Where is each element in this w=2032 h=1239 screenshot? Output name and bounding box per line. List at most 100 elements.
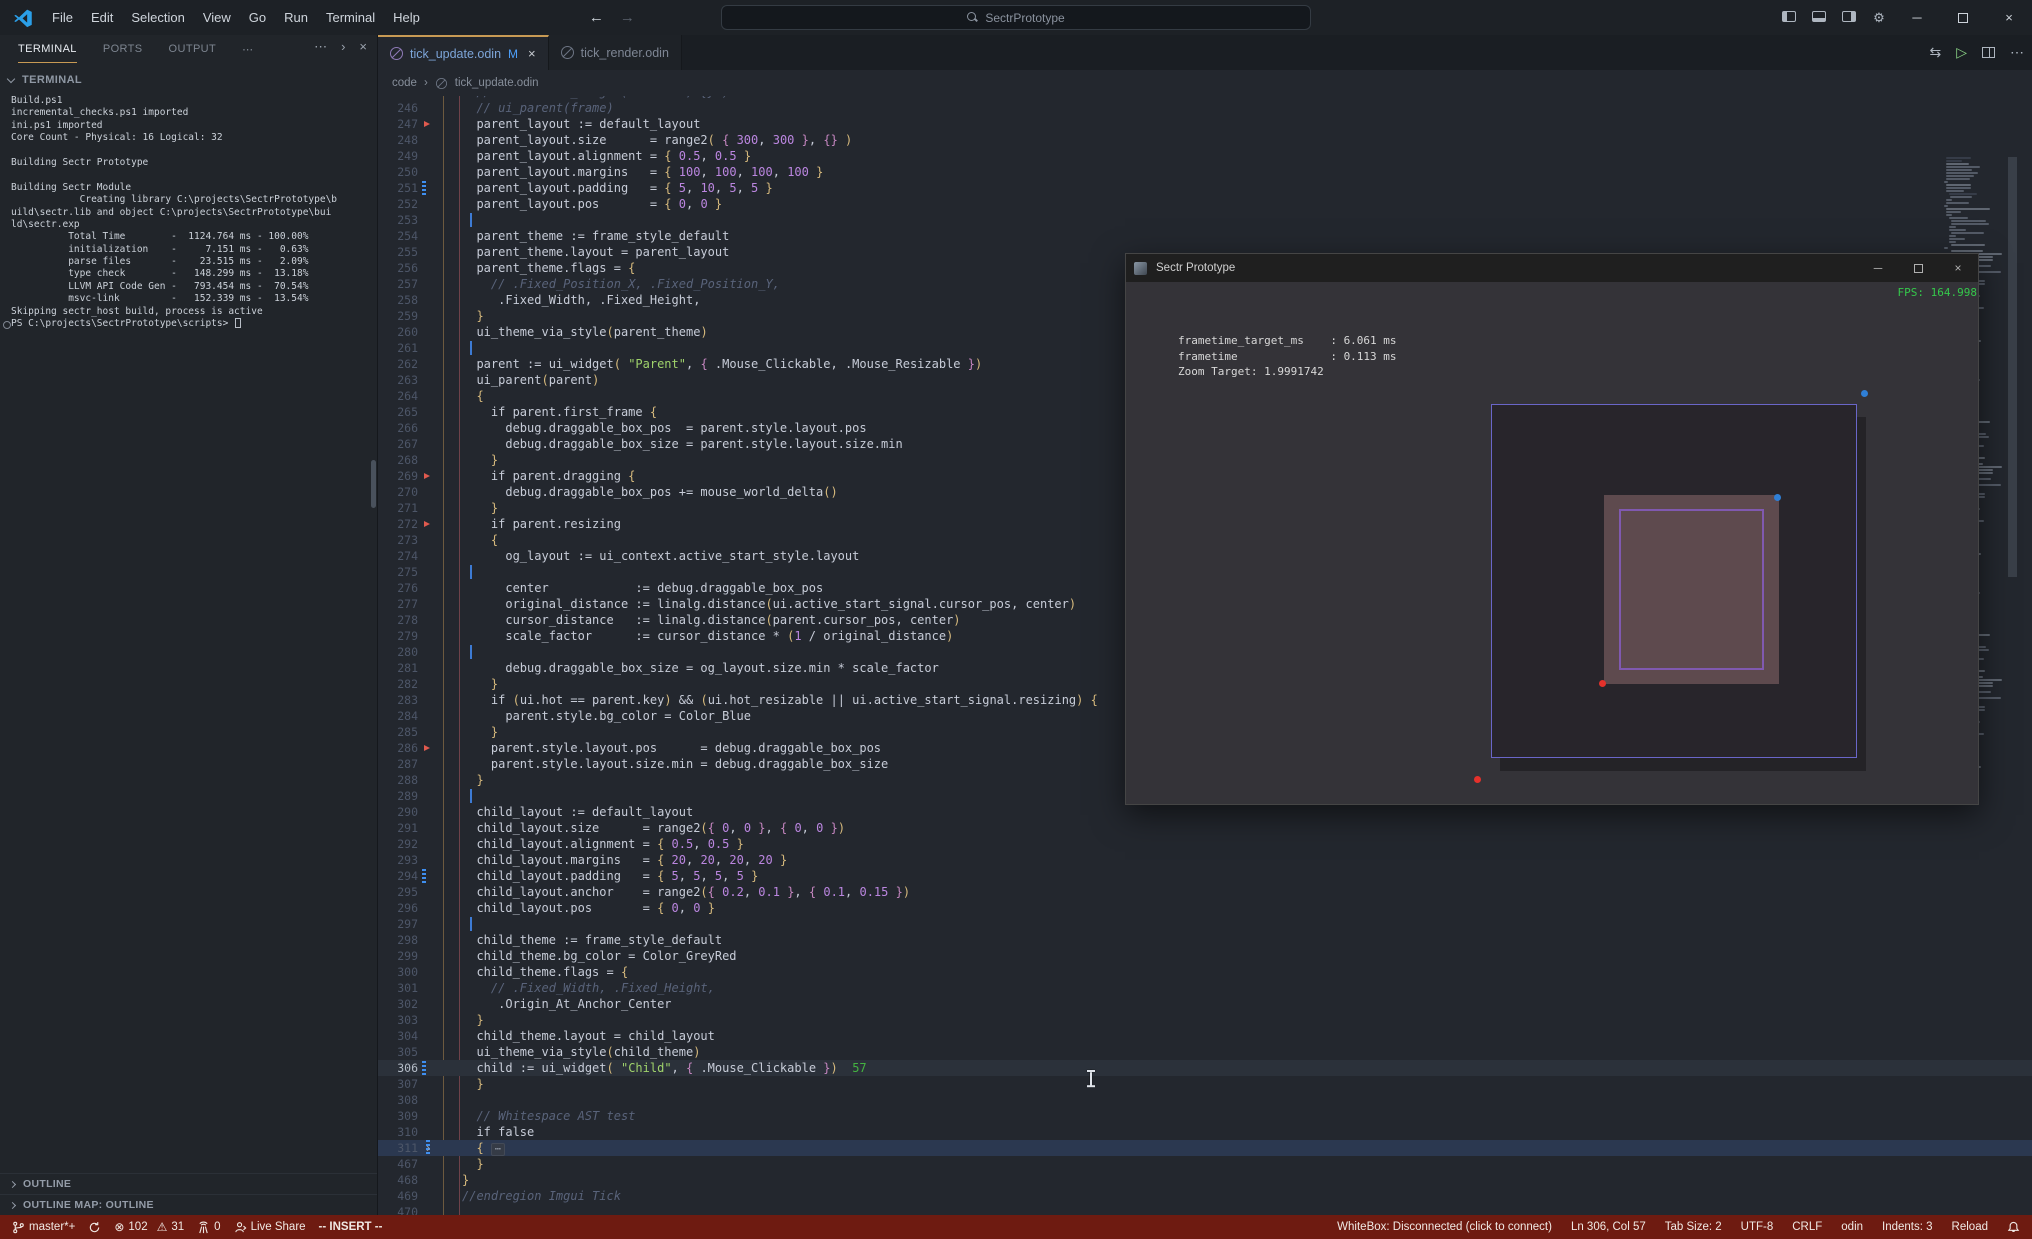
vim-mode-indicator[interactable]: -- INSERT -- xyxy=(319,1221,383,1233)
code-line-253[interactable]: 253 xyxy=(378,212,2032,228)
gutter-marker[interactable] xyxy=(418,1172,462,1188)
code-line-294[interactable]: 294 child_layout.padding = { 5, 5, 5, 5 … xyxy=(378,868,2032,884)
code-line-468[interactable]: 468} xyxy=(378,1172,2032,1188)
code-line-301[interactable]: 301 // .Fixed_Width, .Fixed_Height, xyxy=(378,980,2032,996)
gutter-marker[interactable] xyxy=(418,436,462,452)
code-line-309[interactable]: 309 // Whitespace AST test xyxy=(378,1108,2032,1124)
gutter-marker[interactable] xyxy=(418,612,462,628)
gutter-marker[interactable] xyxy=(418,484,462,500)
gutter-marker[interactable] xyxy=(418,564,462,580)
code-line-290[interactable]: 290 child_layout := default_layout xyxy=(378,804,2032,820)
status-cursor-position[interactable]: Ln 306, Col 57 xyxy=(1571,1221,1646,1233)
corner-handle-dot[interactable] xyxy=(1599,680,1606,687)
gutter-marker[interactable] xyxy=(418,980,462,996)
gutter-marker[interactable] xyxy=(418,212,462,228)
command-search-box[interactable]: SectrPrototype xyxy=(721,5,1311,30)
toggle-panel-icon[interactable] xyxy=(1804,10,1834,25)
panel-chevron-icon[interactable]: › xyxy=(341,39,345,55)
gutter-marker[interactable] xyxy=(418,1028,462,1044)
panel-tab-output[interactable]: OUTPUT xyxy=(169,37,217,62)
gutter-marker[interactable] xyxy=(418,804,462,820)
outline-section[interactable]: OUTLINE xyxy=(0,1173,377,1194)
status-indents[interactable]: Indents: 3 xyxy=(1882,1221,1933,1233)
code-line-249[interactable]: 249 parent_layout.alignment = { 0.5, 0.5… xyxy=(378,148,2032,164)
gutter-marker[interactable] xyxy=(418,1092,462,1108)
status-eol[interactable]: CRLF xyxy=(1792,1221,1822,1233)
gutter-marker[interactable] xyxy=(418,548,462,564)
menu-file[interactable]: File xyxy=(43,6,82,29)
gutter-marker[interactable] xyxy=(418,1124,462,1140)
gutter-marker[interactable] xyxy=(418,628,462,644)
gutter-marker[interactable] xyxy=(418,836,462,852)
panel-tab-terminal[interactable]: TERMINAL xyxy=(18,37,77,63)
code-line-254[interactable]: 254 parent_theme := frame_style_default xyxy=(378,228,2032,244)
corner-handle-dot[interactable] xyxy=(1474,776,1481,783)
gutter-marker[interactable] xyxy=(418,148,462,164)
gutter-marker[interactable] xyxy=(418,708,462,724)
gutter-marker[interactable] xyxy=(418,1204,462,1215)
code-line-291[interactable]: 291 child_layout.size = range2({ 0, 0 },… xyxy=(378,820,2032,836)
gutter-marker[interactable] xyxy=(418,820,462,836)
gutter-marker[interactable] xyxy=(418,516,462,532)
panel-scrollbar[interactable] xyxy=(371,460,376,508)
gutter-marker[interactable] xyxy=(418,340,462,356)
gutter-marker[interactable] xyxy=(418,580,462,596)
app-titlebar[interactable]: Sectr Prototype ─ × xyxy=(1126,254,1978,282)
gutter-marker[interactable] xyxy=(418,196,462,212)
sync-indicator[interactable] xyxy=(88,1221,101,1234)
menu-go[interactable]: Go xyxy=(240,6,275,29)
gutter-marker[interactable] xyxy=(418,276,462,292)
gutter-marker[interactable] xyxy=(418,164,462,180)
code-line-470[interactable]: 470 xyxy=(378,1204,2032,1215)
code-line-295[interactable]: 295 child_layout.anchor = range2({ 0.2, … xyxy=(378,884,2032,900)
breadcrumb[interactable]: code › tick_update.odin xyxy=(378,70,2032,96)
gutter-marker[interactable] xyxy=(418,1156,462,1172)
gutter-marker[interactable] xyxy=(418,260,462,276)
more-actions-icon[interactable]: ⋯ xyxy=(2010,44,2024,61)
run-icon[interactable]: ▷ xyxy=(1956,44,1967,61)
close-button[interactable]: × xyxy=(1986,0,2032,35)
gutter-marker[interactable] xyxy=(418,420,462,436)
gutter-marker[interactable] xyxy=(418,228,462,244)
gutter-marker[interactable] xyxy=(418,788,462,804)
app-maximize-button[interactable] xyxy=(1898,254,1938,282)
gutter-marker[interactable] xyxy=(418,388,462,404)
gutter-marker[interactable] xyxy=(418,500,462,516)
gutter-marker[interactable] xyxy=(418,180,462,196)
status-encoding[interactable]: UTF-8 xyxy=(1741,1221,1774,1233)
menu-edit[interactable]: Edit xyxy=(82,6,122,29)
more-actions-icon[interactable]: ⋯ xyxy=(314,39,327,55)
editor-scrollbar[interactable] xyxy=(2008,157,2017,577)
code-line-302[interactable]: 302 .Origin_At_Anchor_Center xyxy=(378,996,2032,1012)
gutter-marker[interactable] xyxy=(418,116,462,132)
code-line-308[interactable]: 308 xyxy=(378,1092,2032,1108)
panel-tab-ports[interactable]: PORTS xyxy=(103,37,143,62)
editor-tab-tick_update.odin[interactable]: tick_update.odin M × xyxy=(378,35,549,70)
forward-icon[interactable]: → xyxy=(620,9,635,26)
gutter-marker[interactable] xyxy=(418,900,462,916)
terminal-section-header[interactable]: TERMINAL xyxy=(0,68,377,92)
sectr-prototype-window[interactable]: Sectr Prototype ─ × FPS: 164.998 frameti… xyxy=(1125,253,1979,805)
status-language-mode[interactable]: odin xyxy=(1841,1221,1863,1233)
editor-tab-tick_render.odin[interactable]: tick_render.odin xyxy=(548,35,682,70)
gutter-marker[interactable] xyxy=(418,884,462,900)
panel-tabs-more-icon[interactable]: ⋯ xyxy=(242,43,253,56)
gutter-marker[interactable] xyxy=(418,1108,462,1124)
code-line-304[interactable]: 304 child_theme.layout = child_layout xyxy=(378,1028,2032,1044)
code-line-307[interactable]: 307 } xyxy=(378,1076,2032,1092)
ports-indicator[interactable]: 0 xyxy=(197,1221,221,1234)
breadcrumb-folder[interactable]: code xyxy=(392,77,417,89)
gutter-marker[interactable] xyxy=(418,1012,462,1028)
gear-icon[interactable]: ⚙ xyxy=(1864,10,1894,26)
status-whitebox-status[interactable]: WhiteBox: Disconnected (click to connect… xyxy=(1337,1221,1552,1233)
gutter-marker[interactable] xyxy=(418,996,462,1012)
menu-terminal[interactable]: Terminal xyxy=(317,6,384,29)
gutter-marker[interactable] xyxy=(418,404,462,420)
panel-close-icon[interactable]: × xyxy=(359,39,367,55)
gutter-marker[interactable] xyxy=(418,660,462,676)
code-line-469[interactable]: 469 //endregion Imgui Tick xyxy=(378,1188,2032,1204)
gutter-marker[interactable] xyxy=(418,1044,462,1060)
menu-run[interactable]: Run xyxy=(275,6,317,29)
gutter-marker[interactable] xyxy=(418,1076,462,1092)
gutter-marker[interactable] xyxy=(418,756,462,772)
